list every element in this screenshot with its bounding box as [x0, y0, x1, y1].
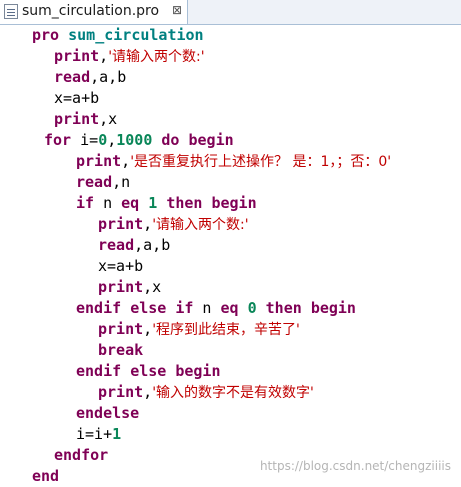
- token-kw: begin: [211, 194, 257, 212]
- token-kw: pro: [32, 26, 60, 44]
- token-text: ,n: [112, 173, 131, 191]
- code-line: for i=0,1000 do begin: [44, 130, 234, 151]
- token-text: ,: [107, 131, 117, 149]
- token-kw: endfor: [54, 446, 109, 464]
- token-kw: then: [265, 299, 302, 317]
- token-kw: print: [54, 110, 100, 128]
- code-line: endelse: [76, 403, 139, 424]
- file-tab[interactable]: sum_circulation.pro ⊠: [0, 0, 188, 24]
- code-line: x=a+b: [54, 88, 99, 109]
- token-kw: end: [32, 467, 60, 485]
- code-line: break: [98, 340, 143, 361]
- token-kw: eq: [121, 194, 140, 212]
- code-line: endif else if n eq 0 then begin: [76, 298, 356, 319]
- token-kw: read: [54, 68, 91, 86]
- code-line: print,'请输入两个数:': [98, 214, 249, 235]
- token-nm: 1: [148, 194, 158, 212]
- code-line: read,a,b: [98, 235, 170, 256]
- code-line: print,x: [54, 109, 117, 130]
- token-text: ,: [143, 383, 153, 401]
- close-icon[interactable]: ⊠: [172, 3, 182, 17]
- token-str: '请输入两个数:': [108, 49, 205, 65]
- token-text: n: [193, 299, 221, 317]
- token-kw: print: [98, 215, 144, 233]
- token-kw: print: [98, 320, 144, 338]
- token-kw: if: [76, 194, 95, 212]
- token-text: n: [94, 194, 122, 212]
- token-str: '程序到此结束，辛苦了': [152, 322, 300, 338]
- token-text: x=a+b: [54, 89, 100, 107]
- file-tab-label: sum_circulation.pro: [22, 3, 160, 19]
- token-kw: do: [161, 131, 180, 149]
- code-line: print,'是否重复执行上述操作？ 是：1，；否：0': [76, 151, 391, 172]
- code-line: print,x: [98, 277, 161, 298]
- token-text: x=a+b: [98, 257, 144, 275]
- code-line: read,n: [76, 172, 130, 193]
- code-line: pro sum_circulation: [32, 25, 204, 46]
- file-icon: [4, 4, 18, 19]
- token-text: ,x: [99, 110, 118, 128]
- editor-tab-bar: sum_circulation.pro ⊠: [0, 0, 461, 25]
- token-kw: read: [98, 236, 135, 254]
- token-str: '输入的数字不是有效数字': [152, 385, 314, 401]
- token-kw: read: [76, 173, 113, 191]
- token-kw: print: [98, 383, 144, 401]
- code-line: endif else begin: [76, 361, 221, 382]
- watermark: https://blog.csdn.net/chengziiiis: [259, 459, 451, 473]
- token-kw: print: [76, 152, 122, 170]
- token-kw: endelse: [76, 404, 140, 422]
- token-nm: 0: [247, 299, 257, 317]
- token-nm: 0: [98, 131, 108, 149]
- token-pname: sum_circulation: [68, 26, 204, 44]
- token-str: '是否重复执行上述操作？ 是：1，；否：0': [130, 154, 392, 170]
- token-text: ,a,b: [134, 236, 171, 254]
- token-kw: print: [98, 278, 144, 296]
- token-nm: 1: [112, 425, 122, 443]
- code-line: endfor: [54, 445, 108, 466]
- code-line: read,a,b: [54, 67, 126, 88]
- token-text: i=i+: [76, 425, 113, 443]
- token-kw: eq: [220, 299, 239, 317]
- token-kw: begin: [175, 362, 221, 380]
- code-line: x=a+b: [98, 256, 143, 277]
- token-kw: endif: [76, 362, 122, 380]
- code-line: print,'输入的数字不是有效数字': [98, 382, 314, 403]
- code-editor[interactable]: pro sum_circulation print,'请输入两个数:' read,a…: [0, 25, 461, 487]
- token-kw: else: [130, 362, 167, 380]
- token-text: ,: [143, 215, 153, 233]
- token-text: ,x: [143, 278, 162, 296]
- code-line: end: [32, 466, 59, 487]
- token-text: i=: [71, 131, 99, 149]
- token-kw: begin: [188, 131, 234, 149]
- token-kw: begin: [310, 299, 356, 317]
- token-kw: break: [98, 341, 144, 359]
- code-line: print,'程序到此结束，辛苦了': [98, 319, 300, 340]
- token-kw: then: [166, 194, 203, 212]
- token-text: ,: [121, 152, 131, 170]
- token-kw: for: [44, 131, 72, 149]
- code-line: if n eq 1 then begin: [76, 193, 257, 214]
- token-kw: endif: [76, 299, 122, 317]
- code-line: print,'请输入两个数:': [54, 46, 205, 67]
- token-text: ,a,b: [90, 68, 127, 86]
- token-nm: 1000: [116, 131, 153, 149]
- token-kw: print: [54, 47, 100, 65]
- token-kw: else: [130, 299, 167, 317]
- token-str: '请输入两个数:': [152, 217, 249, 233]
- code-line: i=i+1: [76, 424, 121, 445]
- token-kw: if: [175, 299, 194, 317]
- token-text: ,: [99, 47, 109, 65]
- token-text: ,: [143, 320, 153, 338]
